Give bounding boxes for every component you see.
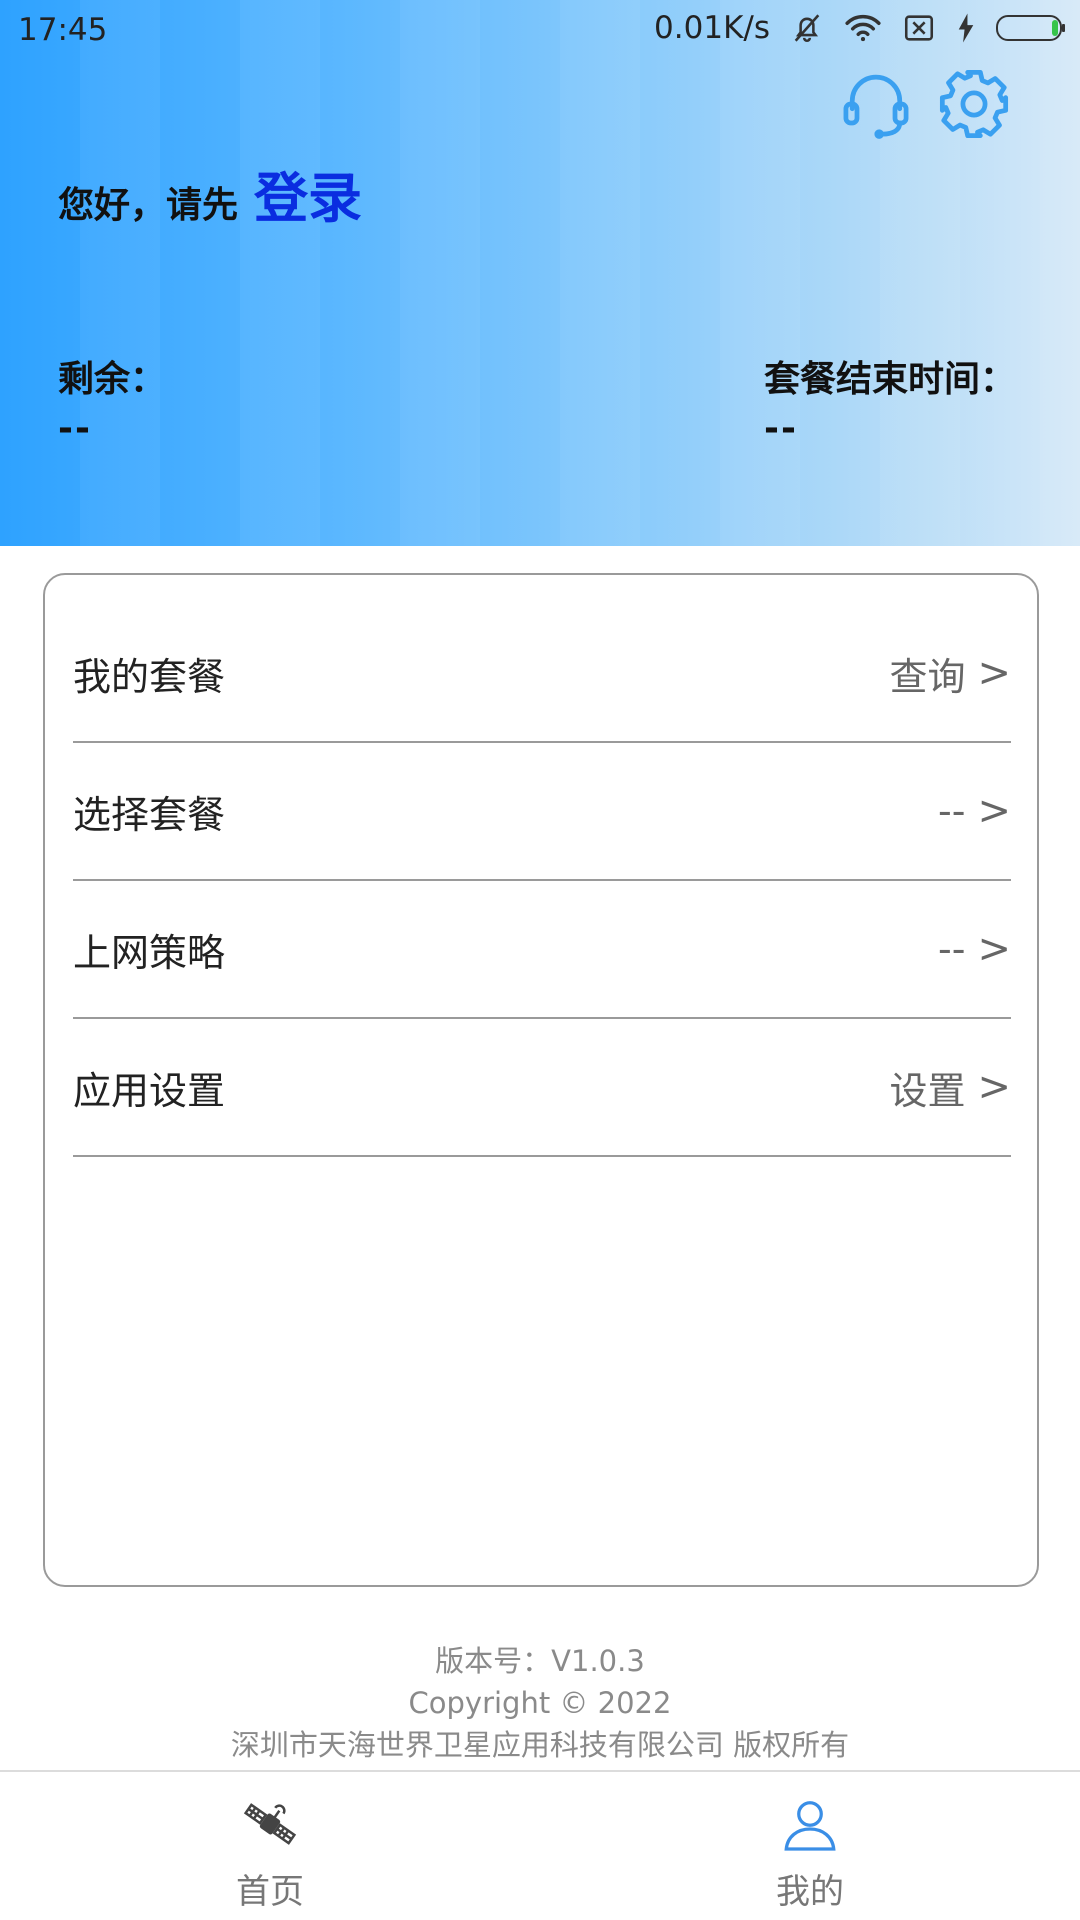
menu-item-select-plan[interactable]: 选择套餐 -- > <box>73 743 1011 881</box>
status-bar: 17:45 0.01K/s <box>0 0 1080 60</box>
header-banner: 17:45 0.01K/s 您好，请先 登录 剩余： -- 套餐结束时间： -- <box>0 0 1080 546</box>
satellite-icon <box>240 1794 300 1858</box>
end-time-label: 套餐结束时间： <box>764 359 1017 400</box>
tab-bar: 首页 我的 <box>0 1770 1080 1920</box>
tab-label: 我的 <box>776 1872 844 1912</box>
status-right: 0.01K/s <box>654 10 1066 46</box>
user-icon <box>780 1794 840 1858</box>
remaining-value: -- <box>58 408 92 449</box>
menu-item-action-text: 设置 <box>889 1068 966 1113</box>
version-text: 版本号：V1.0.3 <box>435 1644 645 1678</box>
menu-item-action-text: -- <box>938 927 966 971</box>
greeting-text: 您好，请先 <box>58 185 239 226</box>
menu-item-my-plan[interactable]: 我的套餐 查询 > <box>73 605 1011 743</box>
menu-item-label: 应用设置 <box>73 1068 226 1113</box>
menu-item-network-policy[interactable]: 上网策略 -- > <box>73 881 1011 1019</box>
tab-home[interactable]: 首页 <box>0 1772 540 1920</box>
app-root: 17:45 0.01K/s 您好，请先 登录 剩余： -- 套餐结束时间： --… <box>0 0 1080 1920</box>
header-stripes <box>0 0 1080 546</box>
menu-item-label: 我的套餐 <box>73 654 226 699</box>
menu-item-action-text: -- <box>938 789 966 833</box>
battery-icon <box>996 13 1066 43</box>
chevron-right-icon: > <box>977 926 1011 972</box>
tab-label: 首页 <box>236 1872 304 1912</box>
menu-item-app-settings[interactable]: 应用设置 设置 > <box>73 1019 1011 1157</box>
chevron-right-icon: > <box>977 650 1011 696</box>
sim-disabled-icon <box>902 12 936 44</box>
copyright-text: Copyright © 2022 <box>408 1686 672 1720</box>
greeting: 您好，请先 登录 <box>58 154 362 233</box>
net-speed: 0.01K/s <box>654 10 770 46</box>
menu-item-label: 上网策略 <box>73 930 226 975</box>
bell-muted-icon <box>790 11 824 45</box>
tab-mine[interactable]: 我的 <box>540 1772 1080 1920</box>
end-time-stat: 套餐结束时间： -- <box>764 350 1016 449</box>
wifi-icon <box>844 12 882 44</box>
menu-item-label: 选择套餐 <box>73 792 226 837</box>
menu-item-action: -- > <box>938 788 1011 834</box>
headset-icon[interactable] <box>838 66 914 142</box>
company-text: 深圳市天海世界卫星应用科技有限公司 版权所有 <box>230 1728 850 1762</box>
menu-item-action-text: 查询 <box>889 654 966 699</box>
status-time: 17:45 <box>18 12 108 48</box>
end-time-value: -- <box>764 408 798 449</box>
chevron-right-icon: > <box>977 788 1011 834</box>
menu-item-action: 查询 > <box>889 646 1011 701</box>
remaining-stat: 剩余： -- <box>58 350 166 449</box>
login-link[interactable]: 登录 <box>254 154 362 233</box>
menu-card: 我的套餐 查询 > 选择套餐 -- > 上网策略 -- > 应用设置 设置 > <box>43 573 1039 1587</box>
footer: 版本号：V1.0.3 Copyright © 2022 深圳市天海世界卫星应用科… <box>0 1640 1080 1766</box>
charging-icon <box>956 12 976 44</box>
menu-item-action: 设置 > <box>889 1060 1011 1115</box>
chevron-right-icon: > <box>977 1064 1011 1110</box>
gear-icon[interactable] <box>936 66 1012 142</box>
remaining-label: 剩余： <box>58 359 167 400</box>
menu-item-action: -- > <box>938 926 1011 972</box>
